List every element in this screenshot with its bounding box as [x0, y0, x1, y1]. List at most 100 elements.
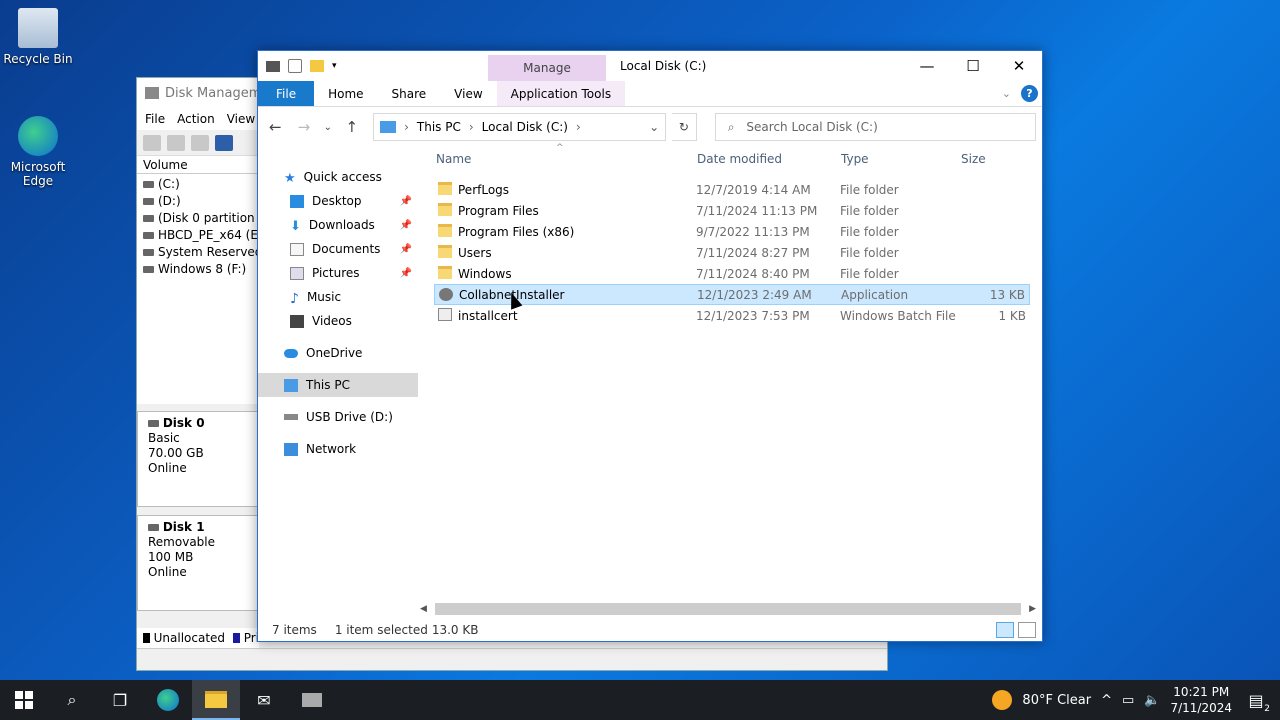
- breadcrumb-this-pc[interactable]: This PC: [417, 120, 461, 134]
- new-folder-icon[interactable]: [310, 60, 324, 72]
- desktop-icon-recycle-bin[interactable]: Recycle Bin: [0, 8, 76, 66]
- pictures-icon: [290, 266, 304, 280]
- column-header-date[interactable]: Date modified: [697, 152, 782, 166]
- close-button[interactable]: ✕: [996, 51, 1042, 81]
- search-box[interactable]: ⌕ Search Local Disk (C:): [714, 113, 1037, 141]
- task-view-button[interactable]: ❐: [96, 680, 144, 720]
- notification-center-button[interactable]: ▤ 2: [1242, 691, 1270, 714]
- large-icons-view-icon[interactable]: [1018, 622, 1036, 638]
- nav-usb-drive[interactable]: USB Drive (D:): [258, 405, 418, 429]
- menu-view[interactable]: View: [227, 112, 255, 126]
- file-row[interactable]: Windows 7/11/2024 8:40 PM File folder: [434, 263, 1030, 284]
- taskbar-mail[interactable]: ✉: [240, 680, 288, 720]
- search-button[interactable]: ⌕: [48, 680, 96, 720]
- search-input[interactable]: Search Local Disk (C:): [746, 120, 877, 134]
- file-row[interactable]: installcert 12/1/2023 7:53 PM Windows Ba…: [434, 305, 1030, 326]
- scrollbar-thumb[interactable]: [434, 603, 1022, 615]
- search-icon: ⌕: [727, 119, 735, 134]
- nav-documents[interactable]: Documents 📌: [258, 237, 418, 261]
- drive-icon: [143, 215, 154, 222]
- menu-file[interactable]: File: [145, 112, 165, 126]
- forward-button[interactable]: →: [293, 118, 316, 136]
- nav-network[interactable]: Network: [258, 437, 418, 461]
- nav-pictures[interactable]: Pictures 📌: [258, 261, 418, 285]
- disk-card-0[interactable]: Disk 0 Basic 70.00 GB Online: [137, 411, 259, 507]
- column-header-size[interactable]: Size: [961, 152, 986, 166]
- nav-onedrive[interactable]: OneDrive: [258, 341, 418, 365]
- tab-file[interactable]: File: [258, 81, 315, 106]
- scroll-right-icon[interactable]: ▶: [1029, 604, 1036, 614]
- star-icon: ★: [284, 170, 296, 186]
- start-button[interactable]: [0, 680, 48, 720]
- folder-icon: [438, 203, 452, 216]
- address-dropdown-icon[interactable]: ⌄: [649, 120, 659, 134]
- selection-size: 13.0 KB: [431, 623, 479, 637]
- desktop-icon-edge[interactable]: Microsoft Edge: [0, 116, 76, 188]
- back-icon[interactable]: [143, 134, 161, 151]
- tab-application-tools[interactable]: Application Tools: [496, 81, 626, 106]
- file-explorer-window[interactable]: ▾ Manage Local Disk (C:) — ☐ ✕ File Home…: [257, 50, 1043, 642]
- folder-icon: [438, 266, 452, 279]
- clock[interactable]: 10:21 PM 7/11/2024: [1170, 684, 1232, 716]
- tab-home[interactable]: Home: [314, 81, 377, 106]
- scroll-left-icon[interactable]: ◀: [420, 604, 427, 614]
- tab-view[interactable]: View: [440, 81, 496, 106]
- recent-locations-icon[interactable]: ⌄: [321, 122, 334, 133]
- taskbar-file-explorer[interactable]: [192, 680, 240, 720]
- help-icon[interactable]: ?: [1021, 85, 1038, 102]
- pin-icon: 📌: [399, 267, 412, 279]
- maximize-button[interactable]: ☐: [950, 51, 996, 81]
- desktop-icon: [290, 194, 304, 208]
- tab-share[interactable]: Share: [378, 81, 441, 106]
- nav-quick-access[interactable]: ★ Quick access: [258, 165, 418, 189]
- weather-text[interactable]: 80°F Clear: [1022, 693, 1091, 708]
- column-header-name[interactable]: Name: [436, 152, 471, 166]
- refresh-button[interactable]: ↻: [672, 113, 697, 141]
- details-view-icon[interactable]: [996, 622, 1014, 638]
- search-icon: ⌕: [67, 690, 77, 709]
- pin-icon: 📌: [399, 243, 412, 255]
- properties-checkbox-icon[interactable]: [288, 59, 302, 73]
- help-icon[interactable]: [215, 134, 233, 151]
- drive-icon: [143, 232, 154, 239]
- properties-icon[interactable]: [191, 134, 209, 151]
- disk-management-icon: [302, 693, 322, 707]
- weather-icon[interactable]: [992, 690, 1013, 710]
- recycle-bin-icon: [18, 8, 58, 48]
- chevron-up-icon[interactable]: ^: [1101, 693, 1112, 708]
- address-bar[interactable]: › This PC › Local Disk (C:) › ⌄: [373, 113, 667, 141]
- system-tray: 80°F Clear ^ ▭ 🔈 10:21 PM 7/11/2024 ▤ 2: [992, 680, 1280, 720]
- up-button[interactable]: ↑: [340, 118, 363, 136]
- file-row[interactable]: Program Files 7/11/2024 11:13 PM File fo…: [434, 200, 1030, 221]
- selection-count: 1 item selected: [334, 623, 428, 637]
- batch-file-icon: [438, 308, 452, 321]
- file-row[interactable]: PerfLogs 12/7/2019 4:14 AM File folder: [434, 179, 1030, 200]
- usb-drive-icon: [284, 414, 298, 420]
- qat-dropdown-icon[interactable]: ▾: [332, 61, 337, 71]
- column-header-type[interactable]: Type: [841, 152, 869, 166]
- nav-this-pc[interactable]: This PC: [258, 373, 418, 397]
- taskbar-edge[interactable]: [144, 680, 192, 720]
- nav-music[interactable]: ♪ Music: [258, 285, 418, 309]
- tab-manage[interactable]: Manage: [488, 55, 606, 81]
- breadcrumb-local-disk[interactable]: Local Disk (C:): [482, 120, 568, 134]
- taskbar-disk-management[interactable]: [288, 680, 336, 720]
- file-row[interactable]: Users 7/11/2024 8:27 PM File folder: [434, 242, 1030, 263]
- expand-ribbon-icon[interactable]: ⌄: [1002, 87, 1011, 100]
- menu-action[interactable]: Action: [177, 112, 215, 126]
- legend: Unallocated Pri: [137, 628, 259, 648]
- file-row[interactable]: Program Files (x86) 9/7/2022 11:13 PM Fi…: [434, 221, 1030, 242]
- nav-downloads[interactable]: ⬇ Downloads 📌: [258, 213, 418, 237]
- minimize-button[interactable]: —: [904, 51, 950, 81]
- nav-desktop[interactable]: Desktop 📌: [258, 189, 418, 213]
- window-title: Local Disk (C:): [620, 59, 707, 73]
- back-button[interactable]: ←: [264, 118, 287, 136]
- nav-videos[interactable]: Videos: [258, 309, 418, 333]
- file-row-selected[interactable]: CollabnetInstaller 12/1/2023 2:49 AM App…: [434, 284, 1030, 305]
- network-icon[interactable]: ▭: [1122, 693, 1134, 708]
- volume-icon[interactable]: 🔈: [1144, 693, 1160, 708]
- forward-icon[interactable]: [167, 134, 185, 151]
- ribbon-tabs: File Home Share View Application Tools ⌄…: [258, 81, 1042, 107]
- horizontal-scrollbar[interactable]: ◀ ▶: [420, 601, 1036, 617]
- disk-card-1[interactable]: Disk 1 Removable 100 MB Online: [137, 515, 259, 611]
